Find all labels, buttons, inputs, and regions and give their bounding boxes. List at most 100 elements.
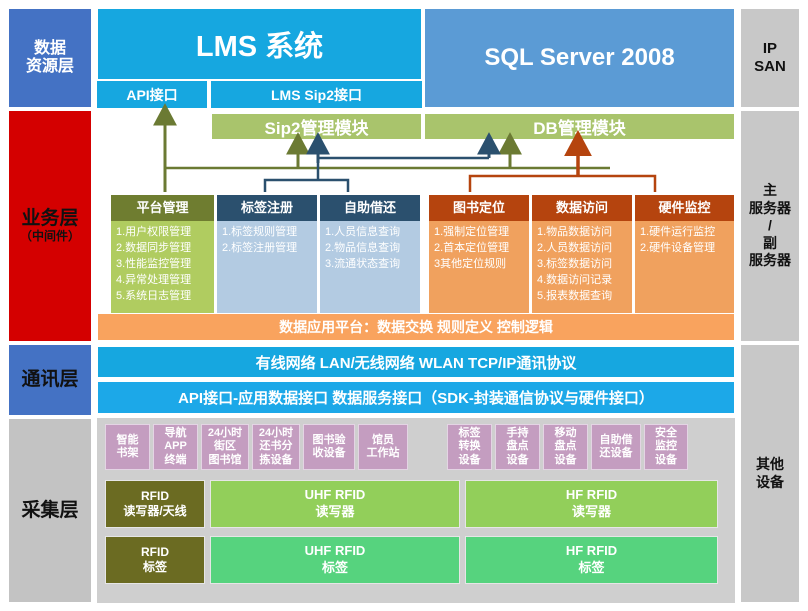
acquisition-device-label: 移动 盘点 设备: [554, 427, 577, 466]
rfid-tag-row: RFID 标签 UHF RFID 标签 HF RFID 标签: [97, 532, 735, 588]
acquisition-device[interactable]: 24小时 街区 图书馆: [201, 424, 249, 470]
business-box[interactable]: 数据访问 1.物品数据访问 2.人员数据访问 3.标签数据访问 4.数据访问记录 5.报表…: [531, 194, 633, 320]
business-box-items: 1.用户权限管理 2.数据同步管理 3.性能监控管理 4.异常处理管理 5.系统日志管理: [111, 221, 214, 320]
acquisition-device-label: 标签 转换 设备: [458, 427, 481, 466]
business-box-item: 1.标签规则管理: [222, 226, 298, 238]
business-box-item: 2.人员数据访问: [537, 241, 613, 254]
business-box-items: 1.人员信息查询 2.物品信息查询 3.流通状态查询: [320, 221, 420, 320]
sip2-module-bar: Sip2管理模块: [211, 113, 422, 140]
rfid-reader-box-label: UHF RFID 读写器: [304, 487, 366, 519]
acquisition-device-label: 24小时 还书分 拣设备: [258, 427, 294, 466]
business-box-item: 1.用户权限管理: [116, 226, 192, 238]
business-box-items: 1.物品数据访问 2.人员数据访问 3.标签数据访问 4.数据访问记录 5.报表数据查询: [532, 221, 632, 320]
layer-rail-acquisition: 采集层: [8, 418, 92, 603]
db-module-label: DB管理模块: [533, 119, 626, 138]
acquisition-device-label: 图书验 收设备: [312, 433, 346, 459]
lms-system-title: LMS 系统: [195, 31, 324, 63]
layer-rail-business: 业务层 （中间件）: [8, 110, 92, 342]
rfid-tag-box[interactable]: UHF RFID 标签: [210, 536, 460, 584]
rfid-tag-box[interactable]: HF RFID 标签: [465, 536, 718, 584]
acquisition-device-label: 手持 盘点 设备: [506, 427, 529, 466]
rfid-reader-row: RFID 读写器/天线 UHF RFID 读写器 HF RFID 读写器: [97, 476, 735, 532]
layer-rail-communication: 通讯层: [8, 344, 92, 416]
business-box-item: 3其他定位规则: [434, 257, 507, 270]
business-box-title: 自助借还: [320, 195, 420, 221]
business-box-item: 3.性能监控管理: [116, 257, 192, 270]
acquisition-device[interactable]: 智能 书架: [105, 424, 150, 470]
acquisition-device-label: 24小时 街区 图书馆: [207, 427, 243, 466]
rfid-tag-box-label: HF RFID 标签: [565, 543, 618, 575]
layer-rail-acquisition-label: 采集层: [21, 499, 79, 521]
lms-sip2-interface-label: LMS Sip2接口: [270, 86, 362, 103]
acquisition-layer-panel: 智能 书架 导航 APP 终端 24小时 街区 图书馆 24小时 还书分 拣设备 图书验 收设备 馆员 工作…: [97, 418, 735, 603]
business-box-title: 硬件监控: [635, 195, 734, 221]
acquisition-device[interactable]: 移动 盘点 设备: [543, 424, 588, 470]
business-box-items: 1.强制定位管理 2.首本定位管理 3其他定位规则: [429, 221, 529, 320]
communication-api-bar: API接口-应用数据接口 数据服务接口（SDK-封装通信协议与硬件接口）: [97, 381, 735, 414]
business-box-item: 2.数据同步管理: [116, 241, 192, 254]
side-rail-servers: 主服务器 / 副服务器: [740, 110, 800, 342]
layer-rail-data-resource-label: 数据 资源层: [25, 39, 74, 75]
acquisition-device-label: 馆员 工作站: [366, 433, 400, 459]
db-module-bar: DB管理模块: [424, 113, 735, 140]
acquisition-device[interactable]: 馆员 工作站: [358, 424, 408, 470]
layer-rail-data-resource: 数据 资源层: [8, 8, 92, 108]
acquisition-device[interactable]: 标签 转换 设备: [447, 424, 492, 470]
rfid-tag-box[interactable]: RFID 标签: [105, 536, 205, 584]
data-application-platform-label: 数据应用平台：数据交换 规则定义 控制逻辑: [279, 319, 553, 335]
architecture-diagram: 数据 资源层 业务层 （中间件） 通讯层 采集层 IP SAN 主服务器 / 副服务器 其…: [0, 0, 808, 611]
acquisition-device-label: 安全 监控 设备: [655, 427, 677, 466]
acquisition-device-label: 智能 书架: [116, 433, 139, 459]
acquisition-device[interactable]: 手持 盘点 设备: [495, 424, 540, 470]
business-box-item: 1.强制定位管理: [434, 226, 510, 238]
side-rail-other-devices-label: 其他 设备: [756, 456, 784, 490]
business-box-item: 3.流通状态查询: [325, 257, 401, 270]
lms-system-block: LMS 系统: [97, 8, 422, 80]
lms-sip2-interface-block: LMS Sip2接口: [211, 81, 422, 108]
business-box-item: 2.物品信息查询: [325, 241, 401, 254]
business-box-item: 1.硬件运行监控: [640, 226, 716, 238]
business-box-item: 5.系统日志管理: [116, 289, 192, 302]
sql-server-block: SQL Server 2008: [424, 8, 735, 108]
business-box-item: 1.人员信息查询: [325, 226, 401, 238]
business-box-item: 4.异常处理管理: [116, 273, 192, 286]
acquisition-device[interactable]: 自助借 还设备: [591, 424, 641, 470]
rfid-reader-box-label: RFID 读写器/天线: [123, 489, 187, 518]
api-interface-block: API接口: [97, 81, 209, 108]
layer-rail-communication-label: 通讯层: [21, 369, 79, 391]
business-box[interactable]: 自助借还 1.人员信息查询 2.物品信息查询 3.流通状态查询: [319, 194, 421, 320]
business-box-title: 数据访问: [532, 195, 632, 221]
business-box[interactable]: 硬件监控 1.硬件运行监控 2.硬件设备管理: [634, 194, 735, 320]
business-box-items: 1.硬件运行监控 2.硬件设备管理: [635, 221, 734, 320]
business-box[interactable]: 平台管理 1.用户权限管理 2.数据同步管理 3.性能监控管理 4.异常处理管理 5.系统…: [110, 194, 215, 320]
api-interface-label: API接口: [126, 86, 178, 103]
rfid-tag-box-label: UHF RFID 标签: [304, 543, 366, 575]
rfid-tag-box-label: RFID 标签: [141, 545, 169, 574]
business-box-item: 2.首本定位管理: [434, 241, 510, 254]
acquisition-device-label: 导航 APP 终端: [164, 427, 187, 466]
device-row: 智能 书架 导航 APP 终端 24小时 街区 图书馆 24小时 还书分 拣设备 图书验 收设备 馆员 工作…: [97, 418, 735, 476]
business-box-items: 1.标签规则管理 2.标签注册管理: [217, 221, 317, 320]
business-box[interactable]: 标签注册 1.标签规则管理 2.标签注册管理: [216, 194, 318, 320]
business-box-title: 图书定位: [429, 195, 529, 221]
rfid-reader-box-label: HF RFID 读写器: [565, 487, 618, 519]
business-box-item: 4.数据访问记录: [537, 273, 613, 286]
communication-network-label: 有线网络 LAN/无线网络 WLAN TCP/IP通讯协议: [255, 354, 577, 372]
business-box-item: 2.标签注册管理: [222, 241, 298, 254]
sip2-module-label: Sip2管理模块: [264, 119, 369, 138]
acquisition-device[interactable]: 安全 监控 设备: [644, 424, 688, 470]
communication-api-label: API接口-应用数据接口 数据服务接口（SDK-封装通信协议与硬件接口）: [178, 390, 654, 407]
acquisition-device[interactable]: 导航 APP 终端: [153, 424, 198, 470]
acquisition-device-label: 自助借 还设备: [599, 433, 633, 459]
rfid-reader-box[interactable]: RFID 读写器/天线: [105, 480, 205, 528]
communication-network-bar: 有线网络 LAN/无线网络 WLAN TCP/IP通讯协议: [97, 346, 735, 378]
rfid-reader-box[interactable]: UHF RFID 读写器: [210, 480, 460, 528]
business-box-item: 3.标签数据访问: [537, 257, 613, 270]
acquisition-device[interactable]: 图书验 收设备: [303, 424, 355, 470]
side-rail-ip-san: IP SAN: [740, 8, 800, 108]
business-box-title: 平台管理: [111, 195, 214, 221]
acquisition-device[interactable]: 24小时 还书分 拣设备: [252, 424, 300, 470]
business-box-item: 2.硬件设备管理: [640, 241, 716, 254]
rfid-reader-box[interactable]: HF RFID 读写器: [465, 480, 718, 528]
business-box[interactable]: 图书定位 1.强制定位管理 2.首本定位管理 3其他定位规则: [428, 194, 530, 320]
